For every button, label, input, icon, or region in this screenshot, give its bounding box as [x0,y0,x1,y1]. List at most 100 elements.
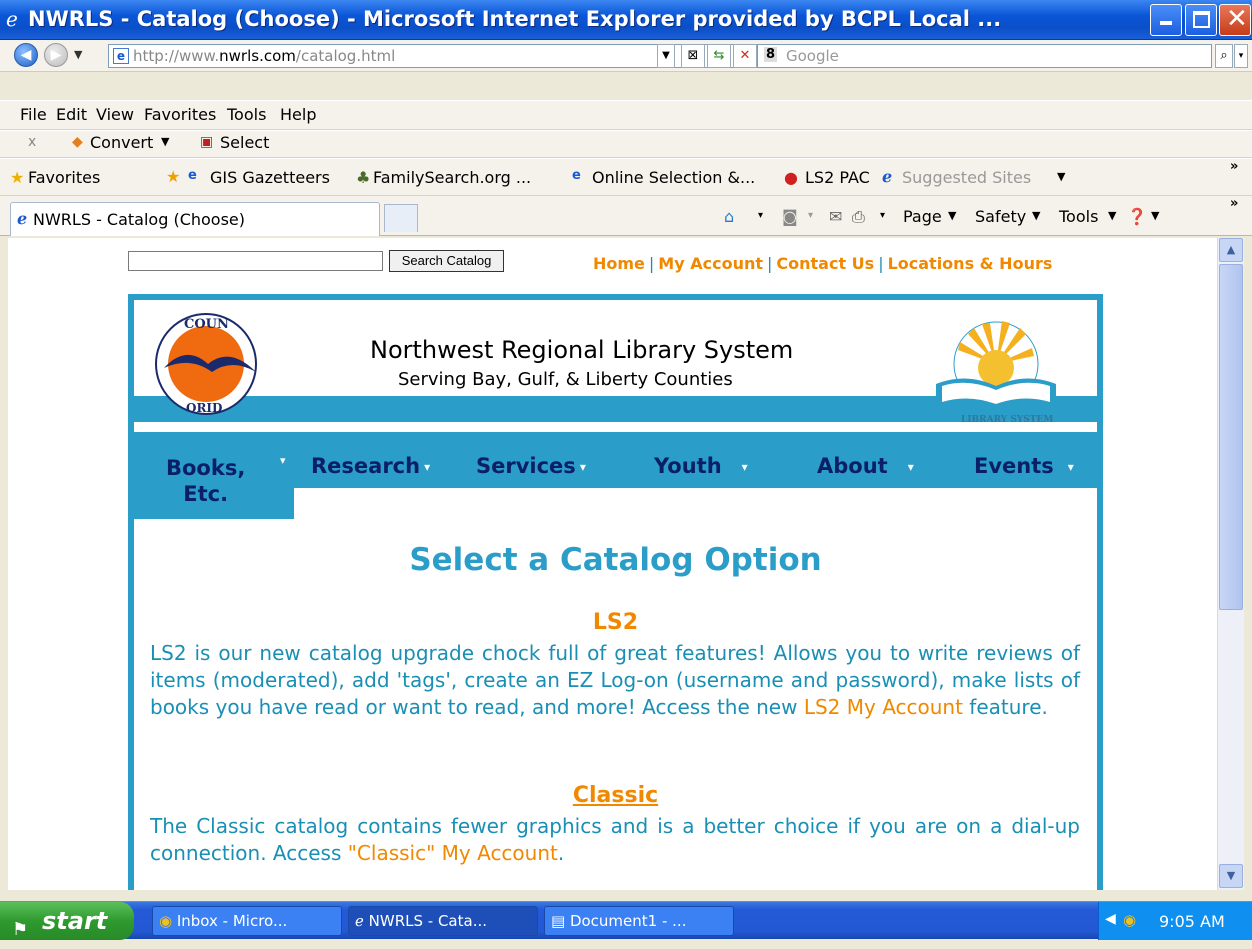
classic-title-link[interactable]: Classic [134,783,1097,808]
scroll-up-icon[interactable]: ▲ [1219,238,1243,262]
catalog-search-input[interactable] [128,251,383,271]
refresh-icon[interactable]: ⇆ [707,44,731,68]
add-favorite-icon[interactable]: ★ [166,167,180,186]
classic-tail: . [557,841,565,865]
safety-menu[interactable]: Safety [975,207,1026,226]
favorites-button[interactable]: Favorites [28,168,100,187]
ls2-my-account-link[interactable]: LS2 My Account [804,695,963,719]
print-dropdown-icon[interactable]: ▾ [880,210,885,221]
chevron-down-icon: ▾ [1067,460,1074,474]
suggested-sites-dropdown-icon[interactable]: ▼ [1057,170,1065,183]
suggested-sites-icon: ℯ [882,167,893,186]
scroll-down-icon[interactable]: ▼ [1219,864,1243,888]
favorite-gis-gazetteers[interactable]: GIS Gazetteers [210,168,330,187]
minimize-button[interactable] [1150,4,1182,36]
ie-taskbar-icon: ℯ [355,912,369,930]
tab-label: NWRLS - Catalog (Choose) [33,210,246,229]
feeds-icon[interactable]: ◙ [782,207,798,226]
print-icon[interactable]: ⎙ [852,207,865,227]
tools-dropdown-icon[interactable]: ▼ [1108,209,1116,222]
locations-hours-link[interactable]: Locations & Hours [888,254,1053,273]
history-dropdown-icon[interactable]: ▼ [74,48,82,61]
home-icon[interactable]: ⌂ [724,207,734,226]
convert-dropdown-icon[interactable]: ▼ [161,135,169,148]
select-button[interactable]: Select [220,133,269,152]
favorite-ls2-pac[interactable]: LS2 PAC [805,168,870,187]
title-bar: ℯ NWRLS - Catalog (Choose) - Microsoft I… [0,0,1252,40]
nav-research-label: Research [311,454,421,478]
command-chevron-icon[interactable]: » [1230,196,1238,211]
menu-bar-row: File Edit View Favorites Tools Help [0,100,1252,130]
menu-edit[interactable]: Edit [56,105,87,124]
stop-icon[interactable]: ✕ [733,44,757,68]
svg-text:LIBRARY SYSTEM: LIBRARY SYSTEM [961,415,1053,424]
taskbar-document[interactable]: ▤ Document1 - ... [544,906,734,936]
mail-icon[interactable]: ✉ [829,207,842,226]
search-provider-field[interactable]: 8 Google [757,44,1212,68]
search-options-icon[interactable]: ▾ [1234,44,1248,68]
nav-services[interactable]: Services ▾ [476,454,586,478]
ie-window: ℯ NWRLS - Catalog (Choose) - Microsoft I… [0,0,1252,940]
menu-tools[interactable]: Tools [227,105,266,124]
new-tab-button[interactable] [384,204,418,232]
nav-events[interactable]: Events ▾ [974,454,1074,478]
vertical-scrollbar[interactable]: ▲ ▼ [1217,238,1244,890]
chevron-more-icon[interactable]: » [1230,159,1238,174]
system-tray: ◀ ◉ 9:05 AM [1098,902,1252,940]
taskbar-inbox[interactable]: ◉ Inbox - Micro... [152,906,342,936]
compatibility-icon[interactable]: ⊠ [681,44,705,68]
search-go-icon[interactable]: ⌕ [1215,44,1233,68]
feeds-dropdown-icon[interactable]: ▾ [808,210,813,221]
start-button[interactable]: ⚑ start [0,902,134,940]
tools-menu[interactable]: Tools [1059,207,1098,226]
menu-file[interactable]: File [20,105,47,124]
taskbar-nwrls[interactable]: ℯ NWRLS - Cata... [348,906,538,936]
menu-help[interactable]: Help [280,105,316,124]
chevron-down-icon: ▾ [741,460,748,474]
favorite-online-selection[interactable]: Online Selection &... [592,168,755,187]
back-icon[interactable]: ◀ [14,43,38,67]
home-link[interactable]: Home [593,254,645,273]
page-menu[interactable]: Page [903,207,942,226]
tab-nwrls-catalog[interactable]: ℯ NWRLS - Catalog (Choose) [10,202,380,236]
google-icon: 8 [764,47,778,62]
tray-outlook-icon[interactable]: ◉ [1123,911,1136,929]
favorites-bar: ★ Favorites ★ e GIS Gazetteers ♣ FamilyS… [0,158,1252,196]
chevron-down-icon: ▾ [424,460,431,474]
my-account-link[interactable]: My Account [658,254,763,273]
link-separator: | [648,254,655,273]
forward-icon[interactable]: ▶ [44,43,68,67]
safety-dropdown-icon[interactable]: ▼ [1032,209,1040,222]
convert-button[interactable]: Convert [90,133,153,152]
home-dropdown-icon[interactable]: ▾ [758,210,763,221]
favorite-familysearch[interactable]: FamilySearch.org ... [373,168,531,187]
menu-view[interactable]: View [96,105,134,124]
maximize-button[interactable] [1185,4,1217,36]
nav-youth[interactable]: Youth ▾ [654,454,748,478]
nav-research[interactable]: Research ▾ [311,454,430,478]
menu-favorites[interactable]: Favorites [144,105,216,124]
contact-us-link[interactable]: Contact Us [776,254,874,273]
favorite-suggested-sites[interactable]: Suggested Sites [902,168,1031,187]
address-dropdown-icon[interactable]: ▼ [657,44,675,68]
page-heading: Select a Catalog Option [409,542,822,578]
classic-text: The Classic catalog contains fewer graph… [150,814,1080,865]
scroll-thumb[interactable] [1219,264,1243,610]
chevron-down-icon: ▾ [907,460,914,474]
word-icon: ▤ [551,912,570,930]
nav-books-caret-icon: ▾ [280,454,286,467]
page-dropdown-icon[interactable]: ▼ [948,209,956,222]
toolbar-close-icon[interactable]: x [28,134,36,150]
nwrls-logo-icon: LIBRARY SYSTEM [936,321,1056,424]
classic-my-account-link[interactable]: "Classic" My Account [348,841,558,865]
search-catalog-button[interactable]: Search Catalog [389,250,504,272]
nav-books[interactable]: Books, Etc. [166,455,245,507]
windows-flag-icon: ⚑ [12,919,29,940]
help-dropdown-icon[interactable]: ▼ [1151,209,1159,222]
favorites-star-icon: ★ [10,168,25,187]
taskbar-document-label: Document1 - ... [569,912,687,930]
help-icon[interactable]: ❓ [1127,207,1147,226]
tray-expand-icon[interactable]: ◀ [1105,911,1116,927]
close-button[interactable]: ✕ [1219,4,1251,36]
nav-about[interactable]: About ▾ [817,454,914,478]
